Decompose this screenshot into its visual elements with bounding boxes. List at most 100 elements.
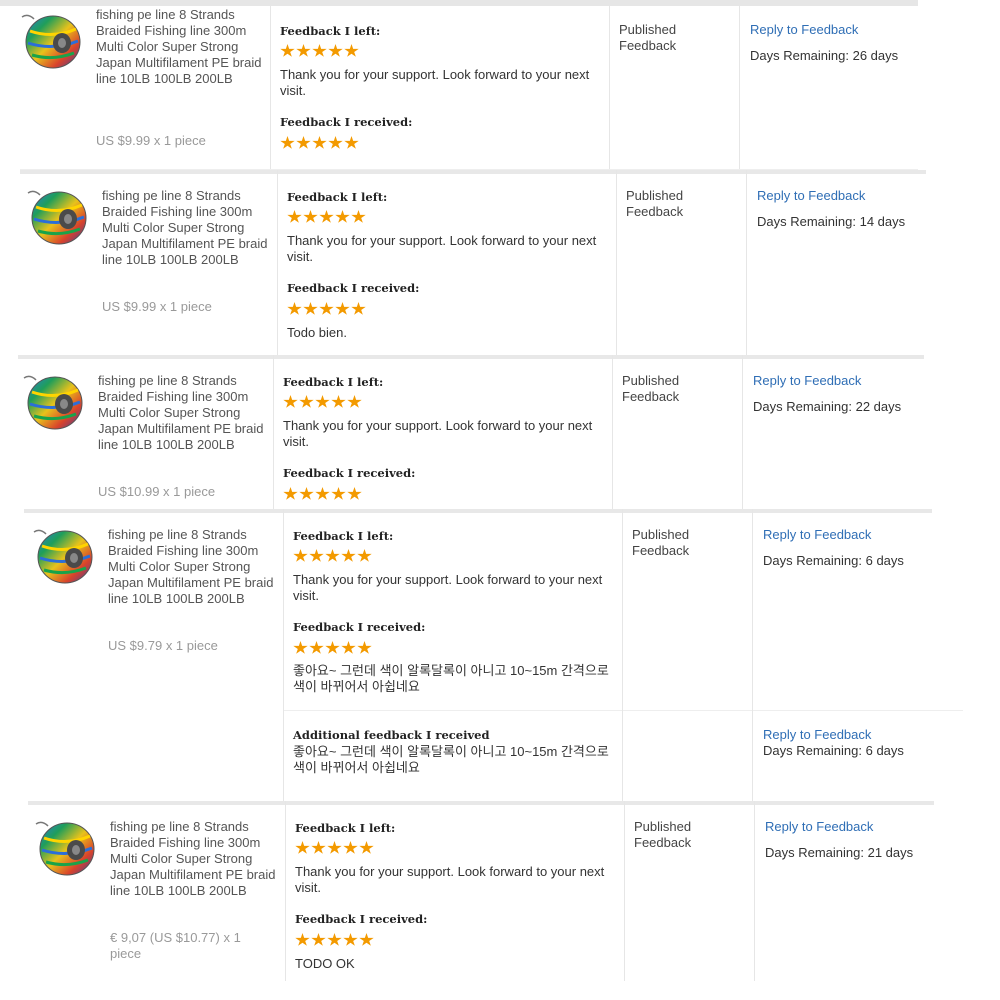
product-cell: fishing pe line 8 Strands Braided Fishin… — [32, 509, 283, 801]
action-cell: Reply to Feedback Days Remaining: 14 day… — [746, 170, 927, 356]
star-icon — [303, 210, 318, 223]
additional-feedback-label: Additional feedback I received — [293, 728, 490, 742]
feedback-status: Published Feedback — [626, 188, 684, 219]
star-icon — [327, 841, 342, 854]
product-cell: fishing pe line 8 Strands Braided Fishin… — [34, 801, 285, 981]
star-icon — [283, 487, 298, 500]
star-icon — [343, 841, 358, 854]
feedback-received-stars — [283, 487, 362, 501]
product-title[interactable]: fishing pe line 8 Strands Braided Fishin… — [110, 819, 282, 899]
feedback-cell: Feedback I left: Thank you for your supp… — [285, 801, 625, 981]
days-remaining: Days Remaining: 14 days — [757, 214, 906, 229]
product-title[interactable]: fishing pe line 8 Strands Braided Fishin… — [98, 373, 270, 453]
feedback-received-label: Feedback I received: — [293, 620, 426, 634]
star-icon — [351, 302, 366, 315]
star-icon — [359, 933, 374, 946]
star-icon — [293, 549, 308, 562]
days-remaining: Days Remaining: 21 days — [765, 845, 914, 860]
feedback-received-text: TODO OK — [295, 956, 355, 971]
additional-reply-to-feedback-link[interactable]: Reply to Feedback — [763, 727, 871, 743]
star-icon — [328, 136, 343, 149]
star-icon — [296, 136, 311, 149]
feedback-status: Published Feedback — [634, 819, 692, 850]
feedback-left-stars — [280, 44, 359, 58]
star-icon — [325, 549, 340, 562]
additional-feedback-text: 좋아요~ 그런데 색이 알록달록이 아니고 10~15m 간격으로 색이 바뀌어… — [293, 744, 609, 775]
status-cell: Published Feedback — [622, 509, 753, 801]
star-icon — [331, 395, 346, 408]
product-thumbnail-icon[interactable] — [32, 524, 94, 586]
feedback-left-stars — [295, 841, 374, 855]
product-thumbnail-icon[interactable] — [34, 816, 96, 878]
star-icon — [293, 641, 308, 654]
star-icon — [344, 44, 359, 57]
feedback-left-label: Feedback I left: — [280, 24, 381, 38]
star-icon — [296, 44, 311, 57]
status-cell: Published Feedback — [612, 355, 743, 509]
feedback-order-row: fishing pe line 8 Strands Braided Fishin… — [20, 170, 926, 356]
product-title[interactable]: fishing pe line 8 Strands Braided Fishin… — [102, 188, 274, 268]
star-icon — [325, 641, 340, 654]
product-thumbnail-icon[interactable] — [20, 9, 82, 71]
action-cell: Reply to Feedback Days Remaining: 21 day… — [754, 801, 935, 981]
star-icon — [359, 841, 374, 854]
star-icon — [283, 395, 298, 408]
star-icon — [312, 44, 327, 57]
feedback-received-text: Todo bien. — [287, 325, 347, 340]
reply-to-feedback-link[interactable]: Reply to Feedback — [765, 819, 873, 835]
star-icon — [347, 395, 362, 408]
star-icon — [327, 933, 342, 946]
feedback-left-label: Feedback I left: — [295, 821, 396, 835]
star-icon — [280, 136, 295, 149]
feedback-left-stars — [283, 395, 362, 409]
feedback-received-label: Feedback I received: — [295, 912, 428, 926]
star-icon — [319, 210, 334, 223]
product-thumbnail-icon[interactable] — [22, 370, 84, 432]
feedback-left-label: Feedback I left: — [287, 190, 388, 204]
status-cell: Published Feedback — [616, 170, 747, 356]
action-cell: Reply to Feedback Days Remaining: 26 day… — [739, 6, 919, 170]
star-icon — [299, 487, 314, 500]
product-thumbnail-icon[interactable] — [26, 185, 88, 247]
reply-to-feedback-link[interactable]: Reply to Feedback — [757, 188, 865, 204]
product-price: US $9.79 x 1 piece — [108, 638, 218, 653]
product-price: US $9.99 x 1 piece — [96, 133, 206, 148]
action-cell: Reply to Feedback Days Remaining: 6 days… — [752, 509, 933, 801]
star-icon — [331, 487, 346, 500]
star-icon — [309, 641, 324, 654]
star-icon — [287, 210, 302, 223]
reply-to-feedback-link[interactable]: Reply to Feedback — [753, 373, 861, 389]
star-icon — [303, 302, 318, 315]
star-icon — [315, 487, 330, 500]
feedback-received-stars — [293, 641, 372, 655]
product-title[interactable]: fishing pe line 8 Strands Braided Fishin… — [108, 527, 280, 607]
star-icon — [335, 210, 350, 223]
action-cell: Reply to Feedback Days Remaining: 22 day… — [742, 355, 925, 509]
reply-to-feedback-link[interactable]: Reply to Feedback — [763, 527, 871, 543]
product-title[interactable]: fishing pe line 8 Strands Braided Fishin… — [96, 7, 268, 87]
feedback-cell: Feedback I left: Thank you for your supp… — [270, 6, 610, 170]
product-price: € 9,07 (US $10.77) x 1 piece — [110, 930, 241, 961]
status-cell: Published Feedback — [624, 801, 755, 981]
feedback-left-text: Thank you for your support. Look forward… — [287, 233, 597, 264]
reply-to-feedback-link[interactable]: Reply to Feedback — [750, 22, 858, 38]
star-icon — [347, 487, 362, 500]
status-cell: Published Feedback — [609, 6, 740, 170]
feedback-order-row: fishing pe line 8 Strands Braided Fishin… — [24, 509, 963, 801]
feedback-order-row: fishing pe line 8 Strands Braided Fishin… — [18, 355, 924, 509]
feedback-left-label: Feedback I left: — [293, 529, 394, 543]
feedback-received-stars — [280, 136, 359, 150]
star-icon — [351, 210, 366, 223]
product-cell: fishing pe line 8 Strands Braided Fishin… — [26, 170, 277, 356]
star-icon — [295, 841, 310, 854]
feedback-cell: Feedback I left: Thank you for your supp… — [283, 509, 963, 801]
feedback-left-text: Thank you for your support. Look forward… — [280, 67, 590, 98]
star-icon — [341, 549, 356, 562]
star-icon — [311, 841, 326, 854]
star-icon — [309, 549, 324, 562]
star-icon — [299, 395, 314, 408]
feedback-status: Published Feedback — [619, 22, 677, 53]
star-icon — [357, 549, 372, 562]
days-remaining: Days Remaining: 22 days — [753, 399, 902, 414]
star-icon — [328, 44, 343, 57]
